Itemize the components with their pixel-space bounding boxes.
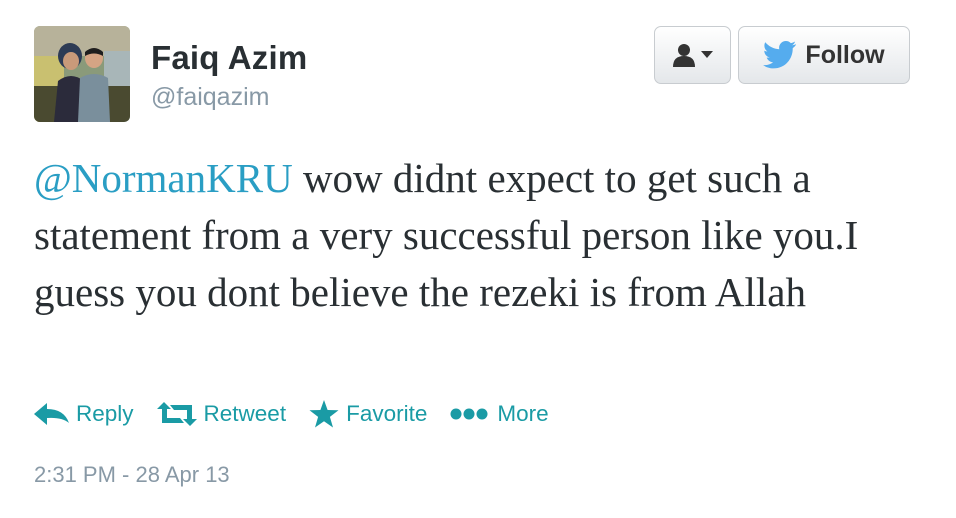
reply-icon	[34, 403, 69, 425]
more-button[interactable]: More	[450, 401, 549, 427]
tweet-text: @NormanKRU wow didnt expect to get such …	[34, 150, 929, 321]
twitter-bird-icon	[763, 41, 797, 69]
reply-button[interactable]: Reply	[34, 401, 134, 427]
avatar[interactable]	[34, 26, 130, 122]
user-actions-dropdown-button[interactable]	[654, 26, 731, 84]
user-name[interactable]: Faiq Azim	[151, 39, 307, 77]
mention-link[interactable]: @NormanKRU	[34, 155, 293, 201]
avatar-photo	[34, 26, 130, 122]
star-icon	[309, 400, 339, 428]
more-dots-icon	[450, 408, 488, 420]
tweet-actions: Reply Retweet Favorite More	[34, 396, 549, 432]
retweet-icon	[156, 402, 197, 426]
retweet-button[interactable]: Retweet	[156, 401, 287, 427]
user-icon	[673, 44, 695, 67]
more-label: More	[497, 401, 549, 426]
retweet-label: Retweet	[203, 401, 287, 426]
reply-label: Reply	[76, 401, 134, 426]
favorite-label: Favorite	[346, 401, 428, 426]
caret-down-icon	[701, 51, 713, 58]
favorite-button[interactable]: Favorite	[309, 400, 427, 428]
follow-button[interactable]: Follow	[738, 26, 910, 84]
tweet-timestamp[interactable]: 2:31 PM - 28 Apr 13	[34, 462, 230, 488]
user-handle[interactable]: @faiqazim	[151, 83, 269, 112]
follow-button-label: Follow	[805, 40, 885, 69]
